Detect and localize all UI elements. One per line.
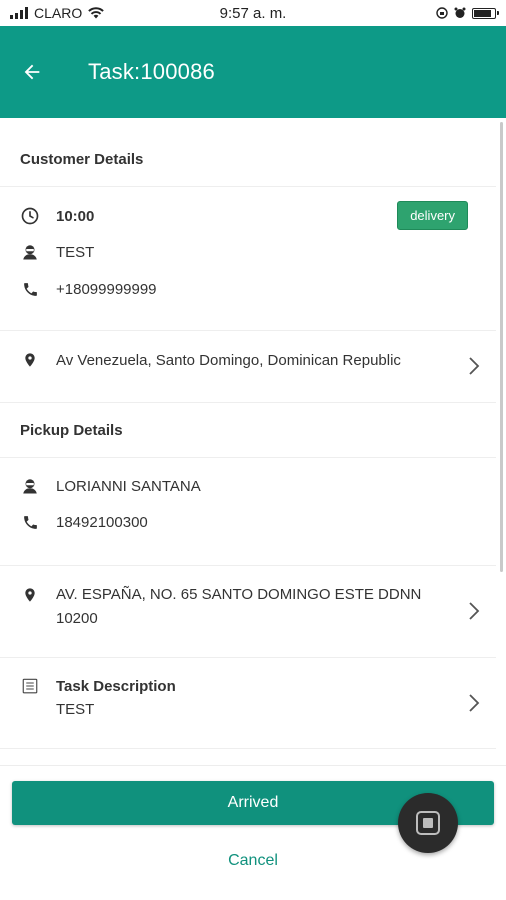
pickup-name-row: LORIANNI SANTANA	[20, 477, 486, 495]
status-bar: CLARO 9:57 a. m.	[0, 0, 506, 26]
list-icon	[20, 675, 40, 695]
divider	[0, 565, 496, 566]
location-pin-icon	[20, 350, 40, 370]
task-description-value: TEST	[56, 701, 95, 718]
carrier-label: CLARO	[34, 5, 83, 21]
customer-name-row: TEST	[20, 243, 486, 261]
wifi-icon	[88, 7, 105, 19]
divider	[0, 657, 496, 658]
person-icon	[20, 243, 40, 261]
phone-icon	[20, 281, 40, 298]
divider	[0, 748, 496, 749]
phone-icon	[20, 514, 40, 531]
floating-action-button[interactable]	[398, 793, 458, 853]
divider	[0, 186, 496, 187]
task-type-badge: delivery	[397, 201, 468, 230]
location-pin-icon	[20, 583, 40, 605]
status-left: CLARO	[10, 5, 105, 21]
divider	[0, 457, 496, 458]
status-right	[436, 7, 499, 19]
customer-phone-row[interactable]: +18099999999	[20, 281, 486, 298]
bottom-separator	[0, 765, 506, 766]
arrow-left-icon	[24, 64, 40, 80]
customer-address-row[interactable]: Av Venezuela, Santo Domingo, Dominican R…	[20, 350, 486, 370]
customer-address[interactable]: Av Venezuela, Santo Domingo, Dominican R…	[56, 352, 401, 369]
pickup-phone[interactable]: 18492100300	[56, 514, 148, 531]
back-button[interactable]	[2, 42, 62, 102]
clock-icon	[20, 206, 40, 226]
alarm-icon	[454, 7, 466, 18]
scrollbar[interactable]	[500, 122, 503, 572]
status-time: 9:57 a. m.	[219, 4, 287, 22]
task-description: Task Description TEST	[56, 675, 176, 721]
person-icon	[20, 477, 40, 495]
customer-name: TEST	[56, 243, 95, 261]
pickup-phone-row[interactable]: 18492100300	[20, 514, 486, 531]
chevron-right-icon[interactable]	[468, 601, 480, 621]
chevron-right-icon[interactable]	[468, 693, 480, 713]
pickup-address-line1: AV. ESPAÑA, NO. 65 SANTO DOMINGO ESTE DD…	[56, 586, 422, 603]
pickup-name: LORIANNI SANTANA	[56, 477, 201, 495]
task-description-label: Task Description	[56, 678, 176, 695]
lock-rotation-icon	[436, 7, 448, 19]
task-description-row[interactable]: Task Description TEST	[20, 675, 486, 721]
pickup-address-line2: 10200	[56, 610, 98, 627]
customer-section-title: Customer Details	[20, 151, 144, 168]
battery-icon	[472, 7, 499, 19]
pickup-address-row[interactable]: AV. ESPAÑA, NO. 65 SANTO DOMINGO ESTE DD…	[20, 583, 486, 631]
app-header: Task:100086	[0, 26, 506, 118]
divider	[0, 330, 496, 331]
stop-square-icon	[416, 811, 440, 835]
cancel-button[interactable]: Cancel	[0, 852, 506, 870]
page-title: Task:100086	[88, 59, 215, 84]
pickup-section-title: Pickup Details	[20, 422, 123, 439]
divider	[0, 402, 496, 403]
signal-icon	[10, 7, 28, 19]
customer-phone[interactable]: +18099999999	[56, 281, 157, 298]
chevron-right-icon[interactable]	[468, 356, 480, 376]
pickup-address[interactable]: AV. ESPAÑA, NO. 65 SANTO DOMINGO ESTE DD…	[56, 583, 421, 631]
customer-time: 10:00	[56, 207, 95, 225]
